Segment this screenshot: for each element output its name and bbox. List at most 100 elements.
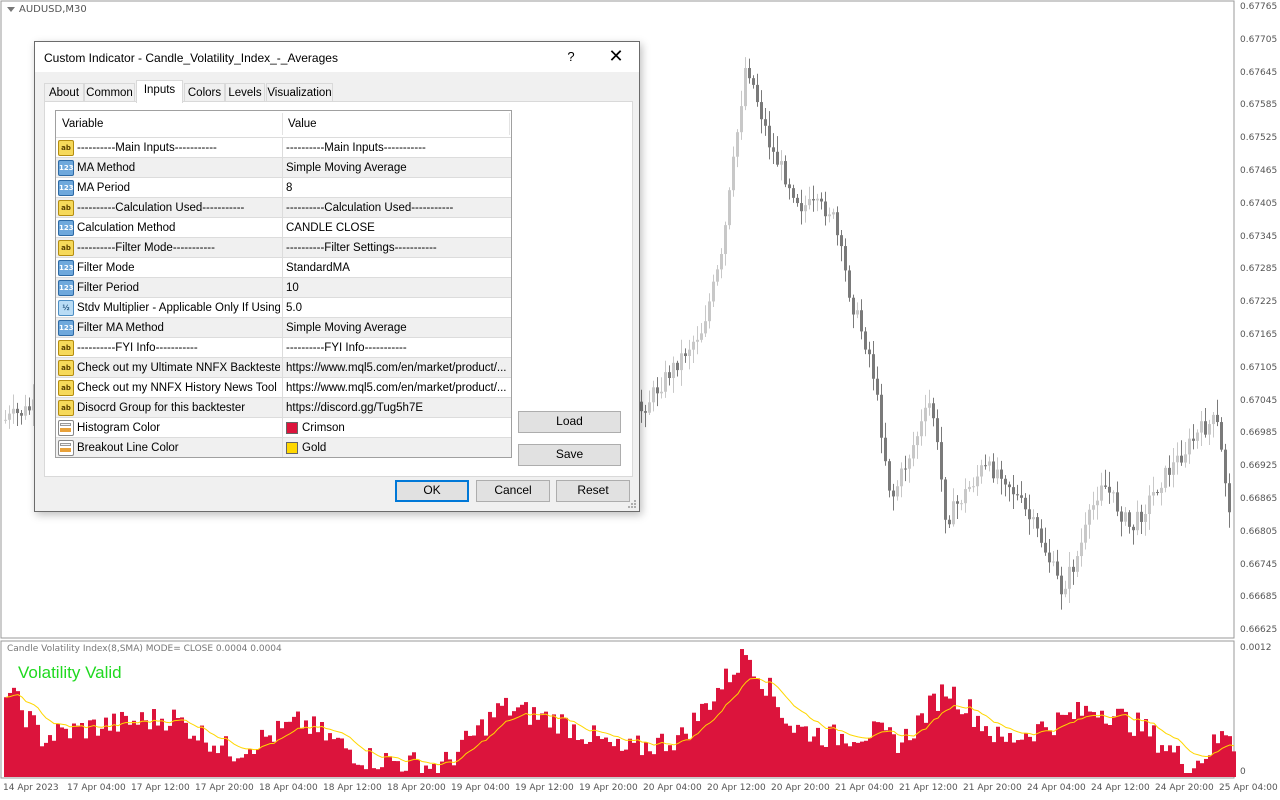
- variable-cell: ab ----------Main Inputs-----------: [56, 138, 282, 158]
- variable-name: ----------FYI Info-----------: [77, 342, 198, 354]
- variable-cell: ab ----------Filter Mode-----------: [56, 238, 282, 258]
- value-cell[interactable]: 8: [282, 178, 511, 198]
- string-type-icon: ab: [58, 200, 74, 216]
- price-tick-label: 0.66865: [1240, 494, 1278, 504]
- time-tick-label: 17 Apr 20:00: [195, 783, 254, 793]
- reset-button[interactable]: Reset: [556, 480, 630, 502]
- value-cell[interactable]: StandardMA: [282, 258, 511, 278]
- variable-cell: ab ----------Calculation Used-----------: [56, 198, 282, 218]
- variable-name: ----------Main Inputs-----------: [77, 142, 217, 154]
- input-row[interactable]: ab Check out my Ultimate NNFX Backtester.…: [56, 357, 511, 378]
- input-row[interactable]: ab ----------FYI Info----------- ---------…: [56, 337, 511, 358]
- dialog-titlebar[interactable]: Custom Indicator - Candle_Volatility_Ind…: [35, 42, 639, 72]
- value-cell[interactable]: ----------Main Inputs-----------: [282, 138, 511, 158]
- help-button[interactable]: ?: [561, 45, 581, 69]
- integer-type-icon: 123: [58, 280, 74, 296]
- integer-type-icon: 123: [58, 160, 74, 176]
- value-cell[interactable]: 10: [282, 278, 511, 298]
- value-text: https://discord.gg/Tug5h7E: [286, 402, 424, 414]
- value-text: 8: [286, 182, 293, 194]
- value-cell[interactable]: Simple Moving Average: [282, 158, 511, 178]
- symbol-menu-icon[interactable]: [7, 6, 15, 12]
- input-row[interactable]: 123 MA Period 8: [56, 177, 511, 198]
- value-text: https://www.mql5.com/en/market/product/.…: [286, 362, 507, 374]
- time-tick-label: 14 Apr 2023: [3, 783, 59, 793]
- input-row[interactable]: ab ----------Filter Mode----------- ------…: [56, 237, 511, 258]
- variable-cell: 123 MA Period: [56, 178, 282, 198]
- integer-type-icon: 123: [58, 180, 74, 196]
- input-row[interactable]: ab Disocrd Group for this backtester https…: [56, 397, 511, 418]
- volatility-histogram: [4, 649, 1236, 777]
- price-tick-label: 0.66925: [1240, 461, 1278, 472]
- volatility-status: Volatility Valid: [18, 663, 122, 682]
- tab-levels[interactable]: Levels: [225, 83, 265, 102]
- value-cell[interactable]: ----------Calculation Used-----------: [282, 198, 511, 218]
- value-cell[interactable]: ----------Filter Settings-----------: [282, 238, 511, 258]
- input-row[interactable]: 123 Filter MA Method Simple Moving Average: [56, 317, 511, 338]
- variable-name: Disocrd Group for this backtester: [77, 402, 246, 414]
- input-row[interactable]: Breakout Line Color Gold: [56, 437, 511, 457]
- color-type-icon: [58, 420, 74, 436]
- value-cell[interactable]: https://www.mql5.com/en/market/product/.…: [282, 378, 511, 398]
- ok-button[interactable]: OK: [395, 480, 469, 502]
- input-row[interactable]: ½ Stdv Multiplier - Applicable Only If Us…: [56, 297, 511, 318]
- variable-name: Stdv Multiplier - Applicable Only If Usi…: [77, 302, 280, 314]
- price-tick-label: 0.67165: [1240, 330, 1278, 340]
- value-cell[interactable]: https://www.mql5.com/en/market/product/.…: [282, 358, 511, 378]
- input-row[interactable]: Histogram Color Crimson: [56, 417, 511, 438]
- string-type-icon: ab: [58, 400, 74, 416]
- indicator-scale-top: 0.0012: [1240, 643, 1272, 653]
- value-cell[interactable]: Gold: [282, 438, 511, 457]
- price-tick-label: 0.66985: [1240, 428, 1278, 439]
- time-tick-label: 20 Apr 04:00: [643, 783, 702, 793]
- input-row[interactable]: 123 MA Method Simple Moving Average: [56, 157, 511, 178]
- value-text: Simple Moving Average: [286, 322, 407, 334]
- column-value[interactable]: Value: [282, 111, 317, 137]
- resize-grip-icon[interactable]: [627, 499, 637, 509]
- integer-type-icon: 123: [58, 220, 74, 236]
- time-tick-label: 24 Apr 04:00: [1027, 783, 1086, 793]
- tab-visualization[interactable]: Visualization: [266, 83, 333, 102]
- value-cell[interactable]: Crimson: [282, 418, 511, 438]
- color-swatch[interactable]: [286, 422, 298, 434]
- variable-cell: ab Disocrd Group for this backtester: [56, 398, 282, 418]
- close-button[interactable]: ✕: [603, 45, 629, 69]
- value-cell[interactable]: https://discord.gg/Tug5h7E: [282, 398, 511, 418]
- value-cell[interactable]: CANDLE CLOSE: [282, 218, 511, 238]
- indicator-header: Candle Volatility Index(8,SMA) MODE= CLO…: [7, 644, 282, 654]
- time-tick-label: 25 Apr 04:00: [1219, 783, 1278, 793]
- time-tick-label: 24 Apr 20:00: [1155, 783, 1214, 793]
- time-tick-label: 19 Apr 04:00: [451, 783, 510, 793]
- input-row[interactable]: ab Check out my NNFX History News Tool ..…: [56, 377, 511, 398]
- color-type-icon: [58, 440, 74, 456]
- value-cell[interactable]: Simple Moving Average: [282, 318, 511, 338]
- variable-cell: 123 Filter Mode: [56, 258, 282, 278]
- input-row[interactable]: 123 Filter Mode StandardMA: [56, 257, 511, 278]
- value-cell[interactable]: ----------FYI Info-----------: [282, 338, 511, 358]
- column-variable[interactable]: Variable: [56, 111, 103, 137]
- input-row[interactable]: ab ----------Calculation Used----------- -…: [56, 197, 511, 218]
- tab-inputs[interactable]: Inputs: [136, 80, 183, 103]
- value-cell[interactable]: 5.0: [282, 298, 511, 318]
- price-tick-label: 0.67525: [1240, 133, 1278, 144]
- save-button[interactable]: Save: [518, 444, 621, 466]
- tab-colors[interactable]: Colors: [184, 83, 225, 102]
- input-row[interactable]: 123 Calculation Method CANDLE CLOSE: [56, 217, 511, 238]
- load-button[interactable]: Load: [518, 411, 621, 433]
- input-row[interactable]: ab ----------Main Inputs----------- ------…: [56, 137, 511, 158]
- time-tick-label: 20 Apr 12:00: [707, 783, 766, 793]
- time-tick-label: 18 Apr 20:00: [387, 783, 446, 793]
- inputs-panel: Variable Value ab ----------Main Inputs--…: [44, 101, 633, 477]
- input-row[interactable]: 123 Filter Period 10: [56, 277, 511, 298]
- cancel-button[interactable]: Cancel: [476, 480, 550, 502]
- string-type-icon: ab: [58, 360, 74, 376]
- tab-common[interactable]: Common: [84, 83, 135, 102]
- tab-about[interactable]: About: [44, 83, 84, 102]
- value-text: ----------FYI Info-----------: [286, 342, 407, 354]
- variable-name: MA Period: [77, 182, 131, 194]
- inputs-grid[interactable]: Variable Value ab ----------Main Inputs--…: [55, 110, 512, 458]
- color-swatch[interactable]: [286, 442, 298, 454]
- color-name: Gold: [302, 442, 327, 454]
- price-tick-label: 0.66685: [1240, 592, 1278, 603]
- value-text: ----------Main Inputs-----------: [286, 142, 426, 154]
